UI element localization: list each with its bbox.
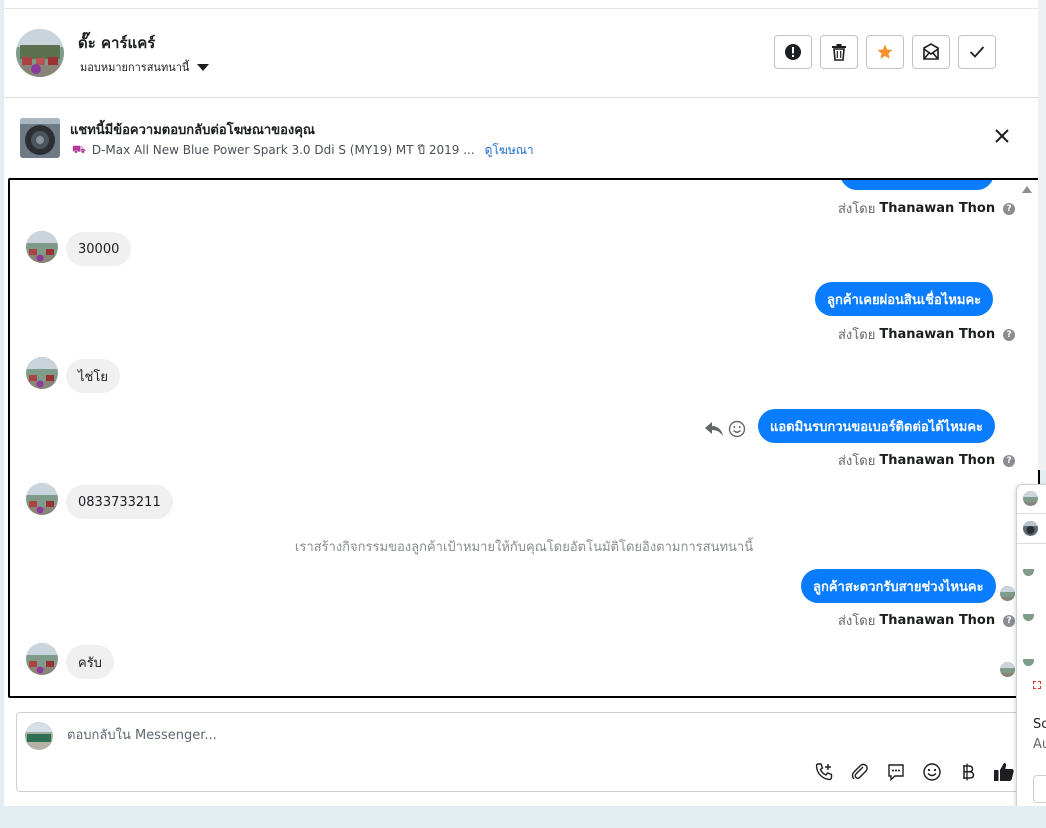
mark-done-button[interactable] [958,35,996,69]
page-scrollbar[interactable] [1038,0,1046,470]
payment-button[interactable] [957,761,979,783]
baht-icon [963,763,975,781]
mark-unread-button[interactable] [912,35,950,69]
contact-avatar-small [26,357,58,389]
chevron-down-icon [197,63,210,71]
reply-input[interactable] [65,727,969,744]
popup-text-fragment: Au [1033,737,1046,752]
emoji-icon [728,420,746,438]
ad-product-name: D-Max All New Blue Power Spark 3.0 Ddi S… [91,143,475,157]
incoming-message[interactable]: 0833733211 [66,485,173,519]
star-icon [877,44,893,59]
conversation-header: ดั๊ะ คาร์แคร์ มอบหมายการสนทนานี้ [4,9,1038,98]
seen-avatar [1000,662,1015,677]
popup-text-fragment: Sc [1033,717,1046,732]
assign-conversation-dropdown[interactable]: มอบหมายการสนทนานี้ [80,58,210,76]
saved-reply-button[interactable] [885,761,907,783]
attach-file-button[interactable] [849,761,871,783]
emoji-icon [923,763,941,781]
divider [1017,543,1046,544]
sent-by-label: ส่งโดย Thanawan Thon ? [838,450,1016,471]
divider [1017,513,1046,514]
help-icon[interactable]: ? [1003,454,1016,467]
contact-avatar-small [26,483,58,515]
popup-avatar [1023,565,1034,576]
assign-label: มอบหมายการสนทนานี้ [80,61,190,74]
outgoing-message[interactable]: ลูกค้าเคยผ่อนสินเชื่อไหมคะ [815,282,994,316]
contact-avatar[interactable] [16,29,64,77]
contact-avatar-small [26,643,58,675]
exclamation-circle-icon [785,44,801,60]
trash-icon [832,44,846,61]
page-footer-band [0,806,1046,828]
outgoing-message[interactable]: ลูกค้าสะดวกรับสายช่วงไหนคะ [801,569,996,603]
outgoing-message-partial[interactable] [840,180,994,190]
star-button[interactable] [866,35,904,69]
ad-thumbnail [20,118,60,158]
contact-avatar-small [26,231,58,263]
popup-avatar [1023,610,1034,621]
popup-avatar [1023,491,1038,506]
page-avatar [25,722,53,750]
incoming-message[interactable]: ไช่โย [66,359,120,393]
message-thread[interactable]: ส่งโดย Thanawan Thon ? 30000 ลูกค้าเคยผ่… [8,178,1040,698]
help-icon[interactable]: ? [1003,202,1016,215]
incoming-message[interactable]: 30000 [66,232,132,266]
reply-arrow-icon [705,422,723,436]
thumbs-up-icon [994,763,1014,781]
outgoing-message[interactable]: แอดมินรบกวนขอเบอร์ติดต่อได้ไหมคะ [758,409,996,443]
saved-reply-icon [888,764,904,782]
popup-button[interactable] [1033,775,1046,803]
send-like-button[interactable] [993,761,1015,783]
mark-spam-button[interactable] [774,35,812,69]
scroll-up-arrow-icon[interactable] [1022,186,1032,193]
reply-action[interactable] [704,420,724,440]
header-actions [774,35,996,69]
contact-name: ดั๊ะ คาร์แคร์ [78,34,156,52]
close-banner-button[interactable] [992,126,1012,146]
help-icon[interactable]: ? [1003,614,1016,627]
popup-mini-icon [1033,681,1041,689]
system-note: เราสร้างกิจกรรมของลูกค้าเป้าหมายให้กับคุ… [294,540,754,555]
conversation-panel: ดั๊ะ คาร์แคร์ มอบหมายการสนทนานี้ แชทนี้ม… [4,0,1040,806]
add-call-icon [815,763,833,781]
ad-product-line: ⛟ D-Max All New Blue Power Spark 3.0 Ddi… [72,141,534,160]
paperclip-icon [851,763,868,780]
incoming-message[interactable]: ครับ [66,645,114,679]
composer-toolbar [813,761,1015,783]
sent-by-label: ส่งโดย Thanawan Thon ? [838,198,1016,219]
envelope-icon [923,43,939,60]
emoji-button[interactable] [921,761,943,783]
add-call-button[interactable] [813,761,835,783]
ad-reply-banner: แชทนี้มีข้อความตอบกลับต่อโฆษณาของคุณ ⛟ D… [4,98,1038,176]
popup-avatar [1023,655,1034,666]
check-icon [969,46,985,58]
view-ad-link[interactable]: ดูโฆษณา [485,141,534,160]
close-icon [995,129,1009,143]
side-popup-panel[interactable]: Sc Au [1016,484,1046,822]
sent-by-label: ส่งโดย Thanawan Thon ? [838,610,1016,631]
popup-avatar [1023,521,1038,536]
sent-by-label: ส่งโดย Thanawan Thon ? [838,324,1016,345]
react-action[interactable] [728,420,748,440]
car-icon: ⛟ [72,143,86,156]
seen-avatar [1000,586,1015,601]
help-icon[interactable]: ? [1003,328,1016,341]
ad-banner-title: แชทนี้มีข้อความตอบกลับต่อโฆษณาของคุณ [70,123,315,138]
message-composer [16,712,1028,792]
delete-button[interactable] [820,35,858,69]
